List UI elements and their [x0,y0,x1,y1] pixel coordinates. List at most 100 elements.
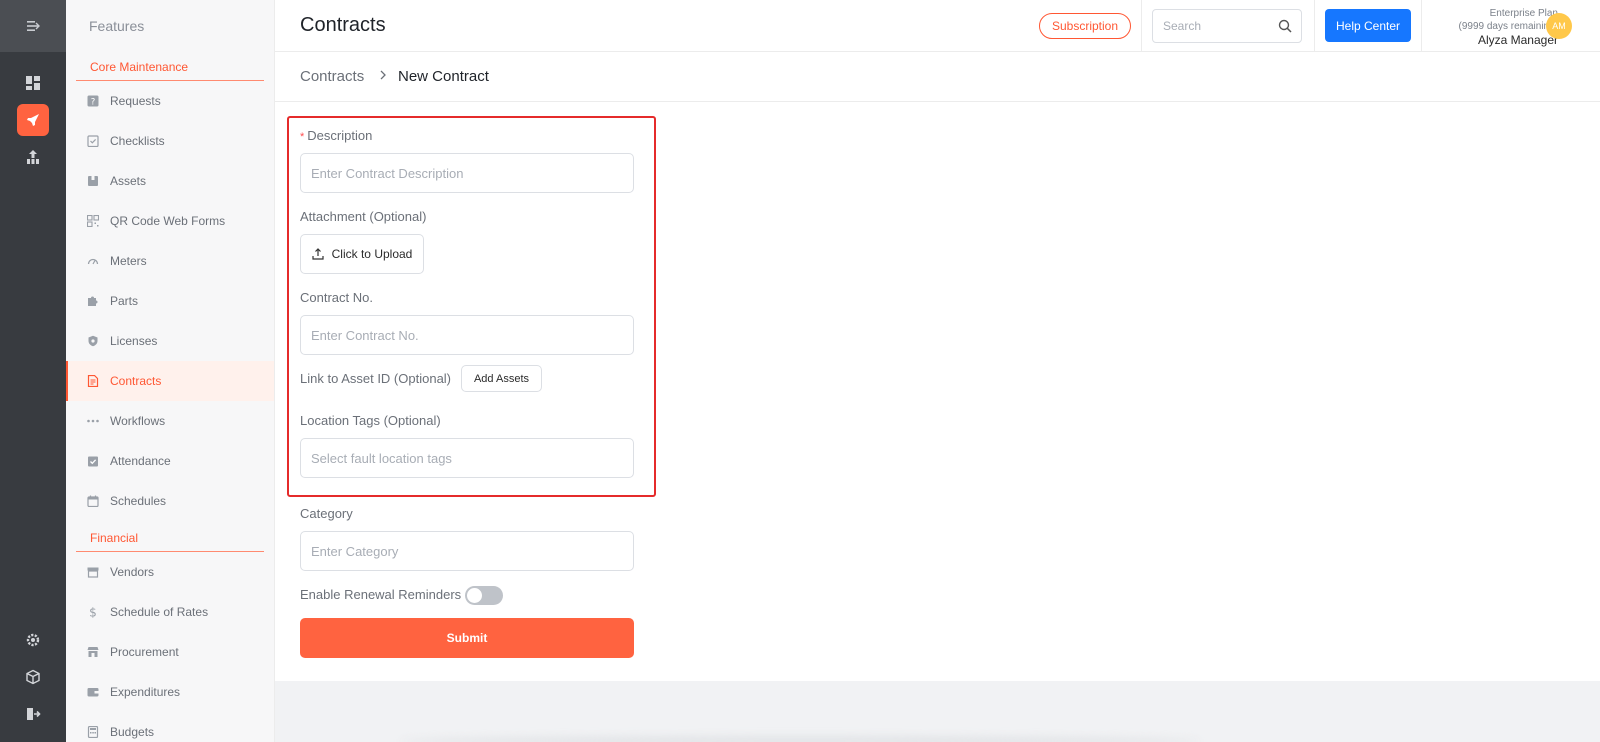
sidebar-item-workflows[interactable]: Workflows [66,401,274,441]
upload-button[interactable]: Click to Upload [300,234,424,274]
sidebar-item-label: Checklists [110,134,165,148]
dashboard-icon [26,76,40,90]
sidebar-item-qr-code-web-forms[interactable]: QR Code Web Forms [66,201,274,241]
location-tags-field [300,438,634,478]
location-tags-label: Location Tags (Optional) [300,413,441,428]
sidebar-item-schedules[interactable]: Schedules [66,481,274,521]
shop-icon [86,645,100,659]
breadcrumb-current: New Contract [398,68,489,85]
upload-icon [312,248,324,260]
check-calendar-icon [86,454,100,468]
plan-days: (9999 days remaining) [1458,21,1559,32]
svg-text:?: ? [91,97,96,107]
sidebar-item-budgets[interactable]: Budgets [66,712,274,742]
store-icon [86,565,100,579]
sidebar-item-label: Attendance [110,454,171,468]
sidebar-item-label: Meters [110,254,147,268]
dashboard-nav-button[interactable] [17,67,49,99]
sidebar-item-label: Budgets [110,725,155,739]
category-field [300,531,634,571]
breadcrumb-contracts-link[interactable]: Contracts [300,68,364,85]
rocket-icon [27,114,39,126]
subscription-button[interactable]: Subscription [1039,13,1131,39]
collapse-menu-button[interactable] [0,0,66,52]
user-name: Alyza Manager [1477,33,1558,47]
sidebar-item-vendors[interactable]: Vendors [66,552,274,592]
help-center-button[interactable]: Help Center [1325,9,1411,42]
sidebar-item-label: Workflows [110,414,166,428]
section-core-maintenance: Core Maintenance [76,52,264,81]
dollar-icon: $ [86,605,100,619]
features-title: Features [66,0,274,52]
sidebar-item-label: Schedules [110,494,167,508]
sidebar-item-assets[interactable]: Assets [66,161,274,201]
search-input[interactable] [1163,10,1273,42]
sidebar-item-licenses[interactable]: Licenses [66,321,274,361]
contract-icon [86,374,100,388]
section-financial: Financial [76,523,264,552]
header-divider [1314,0,1315,52]
sidebar-item-requests[interactable]: ? Requests [66,81,274,121]
page-title: Contracts [300,14,386,36]
description-field [300,153,634,193]
gauge-icon [86,254,100,268]
description-input[interactable] [301,154,633,192]
renewal-reminders-toggle[interactable] [465,586,503,605]
search-box [1152,9,1302,43]
logout-nav-button[interactable] [17,698,49,730]
category-input[interactable] [301,532,633,570]
contract-no-input[interactable] [301,316,633,354]
settings-nav-button[interactable] [17,624,49,656]
sidebar-item-meters[interactable]: Meters [66,241,274,281]
sidebar-item-schedule-of-rates[interactable]: $ Schedule of Rates [66,592,274,632]
checklist-icon [86,134,100,148]
sidebar-item-attendance[interactable]: Attendance [66,441,274,481]
asset-link-label: Link to Asset ID (Optional) [300,371,452,386]
cube-icon [26,669,40,685]
reports-nav-button[interactable] [17,141,49,173]
search-icon[interactable] [1278,19,1292,33]
logout-icon [27,708,41,720]
sidebar-item-expenditures[interactable]: Expenditures [66,672,274,712]
avatar[interactable]: AM [1546,13,1572,39]
question-square-icon: ? [86,94,100,108]
add-assets-button[interactable]: Add Assets [461,365,542,392]
header-divider [1141,0,1142,52]
renewal-reminders-label: Enable Renewal Reminders [300,587,462,602]
breadcrumb: Contracts New Contract [275,52,1600,102]
packages-nav-button[interactable] [17,661,49,693]
sidebar-item-contracts[interactable]: Contracts [66,361,274,401]
qr-code-icon [86,214,100,228]
category-label: Category [300,506,353,521]
app-rail [0,0,66,742]
shield-icon [86,334,100,348]
sidebar-item-label: Assets [110,174,147,188]
wallet-icon [86,685,100,699]
sidebar-item-label: QR Code Web Forms [110,214,226,228]
sidebar-item-label: Vendors [110,565,155,579]
attachment-label: Attachment (Optional) [300,209,427,224]
sidebar-item-procurement[interactable]: Procurement [66,632,274,672]
chevron-right-icon [380,70,386,80]
sidebar-item-checklists[interactable]: Checklists [66,121,274,161]
contract-no-label: Contract No. [300,290,373,305]
location-tags-select[interactable] [301,439,633,477]
contract-no-field [300,315,634,355]
sidebar-item-label: Parts [110,294,139,308]
submit-button[interactable]: Submit [300,618,634,658]
maintenance-nav-button[interactable] [17,104,49,136]
svg-text:$: $ [89,606,97,618]
page-footer-area [275,681,1600,742]
sidebar-item-label: Procurement [110,645,179,659]
features-sidebar: Features Core Maintenance ? Requests Che… [66,0,275,742]
puzzle-icon [86,294,100,308]
gear-icon [26,633,40,647]
sidebar-item-label: Expenditures [110,685,181,699]
sidebar-item-label: Contracts [110,374,162,388]
calendar-icon [86,494,100,508]
top-header: Contracts Subscription Help Center Enter… [275,0,1600,52]
box-icon [86,174,100,188]
sidebar-item-label: Schedule of Rates [110,605,209,619]
sidebar-item-parts[interactable]: Parts [66,281,274,321]
plan-name: Enterprise Plan [1489,8,1558,19]
